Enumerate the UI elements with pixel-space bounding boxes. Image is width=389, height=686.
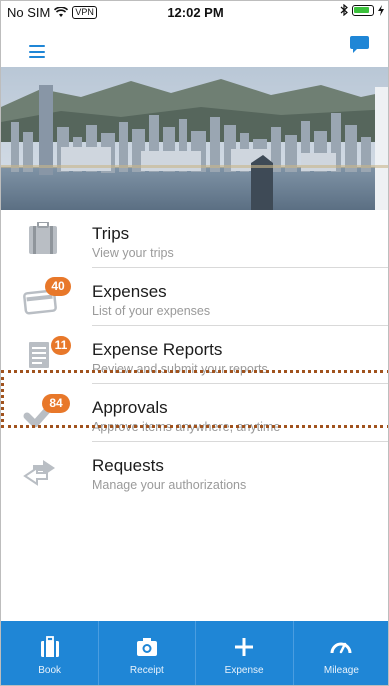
menu-item-subtitle: View your trips <box>92 246 174 260</box>
tab-separator <box>98 621 99 685</box>
menu-item-title: Approvals <box>92 398 168 417</box>
tab-separator <box>293 621 294 685</box>
charging-icon <box>378 4 384 16</box>
expenses-count-badge: 40 <box>45 277 71 296</box>
city-skyline-image <box>1 67 388 210</box>
expense-reports-count-badge: 11 <box>51 336 71 355</box>
briefcase-icon <box>40 636 59 657</box>
menu-item-subtitle: Review and submit your reports <box>92 362 268 376</box>
tab-label: Book <box>38 665 62 676</box>
tab-label: Receipt <box>129 665 164 676</box>
gauge-icon <box>330 642 352 654</box>
menu-item-title: Requests <box>92 456 164 475</box>
app-frame: No SIM VPN 12:02 PM Trips View your trip… <box>0 0 389 686</box>
menu-item-expense-reports[interactable]: 11 Expense Reports Review and submit you… <box>1 326 388 384</box>
menu-item-approvals[interactable]: 84 Approvals Approve items anywhere, any… <box>1 384 388 442</box>
menu-item-requests[interactable]: Requests Manage your authorizations <box>1 442 388 500</box>
menu-item-title: Expense Reports <box>92 340 223 359</box>
tab-receipt[interactable]: Receipt <box>98 621 195 685</box>
chat-bubble-icon[interactable] <box>350 36 369 53</box>
tab-book[interactable]: Book <box>1 621 98 685</box>
bluetooth-icon <box>340 4 348 16</box>
approvals-count-badge: 84 <box>42 394 70 413</box>
menu-item-subtitle: Manage your authorizations <box>92 478 247 492</box>
menu-item-title: Trips <box>92 224 130 243</box>
plus-icon <box>235 638 254 656</box>
menu-item-trips[interactable]: Trips View your trips <box>1 210 388 268</box>
arrows-exchange-icon <box>23 460 55 486</box>
menu-item-subtitle: List of your expenses <box>92 304 211 318</box>
tab-expense[interactable]: Expense <box>196 621 293 685</box>
menu-item-subtitle: Approve items anywhere, anytime <box>92 420 281 434</box>
briefcase-icon <box>29 222 57 254</box>
status-right <box>340 4 384 16</box>
hamburger-menu-icon[interactable] <box>29 45 45 58</box>
approvals-highlight-edge <box>1 370 4 428</box>
clock: 12:02 PM <box>167 5 224 20</box>
nav-bar <box>1 23 388 67</box>
tab-label: Expense <box>224 665 264 676</box>
tab-label: Mileage <box>323 665 359 676</box>
battery-icon <box>352 4 374 16</box>
tab-separator <box>195 621 196 685</box>
tab-mileage[interactable]: Mileage <box>293 621 388 685</box>
menu-item-title: Expenses <box>92 282 167 301</box>
main-menu-list: Trips View your trips 40 Expenses List o… <box>1 210 388 500</box>
menu-item-expenses[interactable]: 40 Expenses List of your expenses <box>1 268 388 326</box>
status-bar: No SIM VPN 12:02 PM <box>1 1 388 23</box>
camera-icon <box>136 638 157 656</box>
bottom-tab-bar: Book Receipt Expense Mileage <box>1 621 388 685</box>
